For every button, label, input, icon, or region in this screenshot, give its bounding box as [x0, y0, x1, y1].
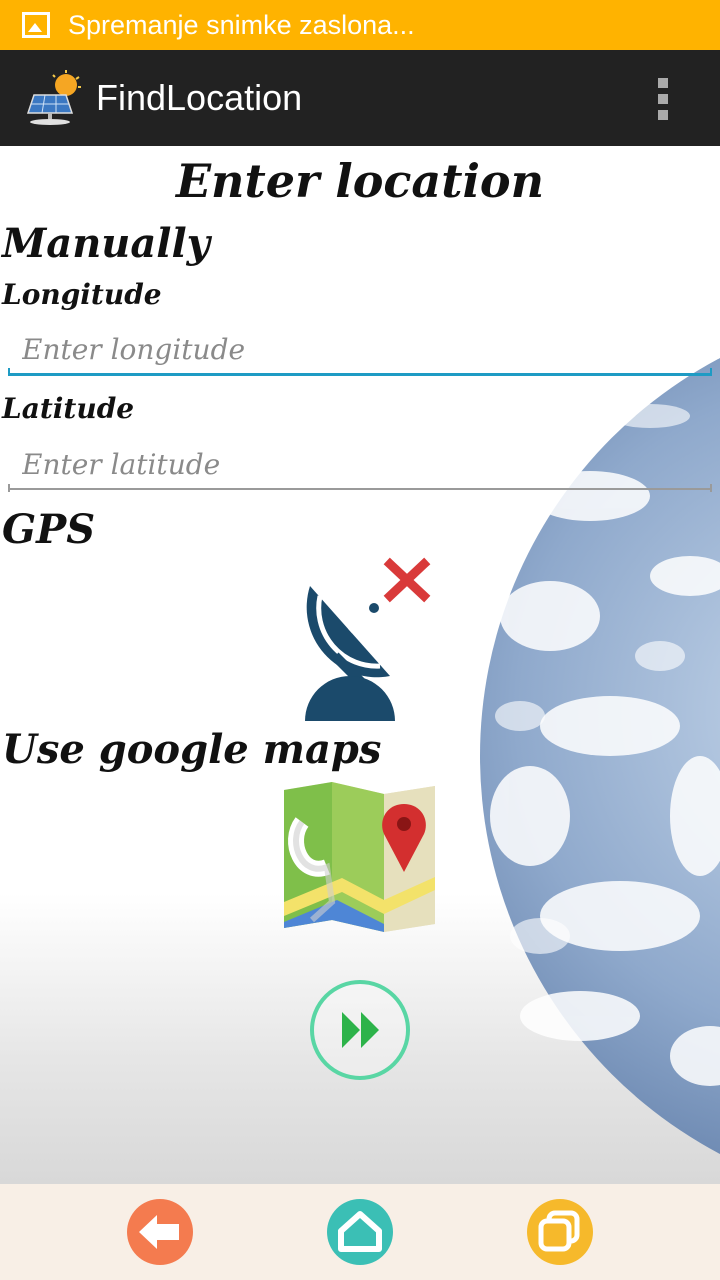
longitude-label: Longitude [2, 278, 162, 311]
home-icon[interactable] [327, 1199, 393, 1265]
fast-forward-icon[interactable] [308, 978, 412, 1082]
latitude-input[interactable] [8, 440, 712, 490]
status-bar: Spremanje snimke zaslona... [0, 0, 720, 50]
google-maps-icon[interactable] [282, 782, 437, 932]
image-icon [22, 12, 50, 38]
maps-heading: Use google maps [2, 726, 382, 773]
app-title: FindLocation [96, 77, 303, 118]
satellite-dish-disabled-icon[interactable] [290, 556, 435, 721]
longitude-input[interactable] [8, 326, 712, 376]
earth-image [480, 358, 720, 1154]
gps-heading: GPS [2, 506, 96, 553]
manual-heading: Manually [2, 220, 210, 267]
solar-panel-sun-icon [26, 70, 81, 125]
action-bar: FindLocation [0, 50, 720, 146]
status-text: Spremanje snimke zaslona... [68, 9, 415, 40]
recent-apps-icon[interactable] [527, 1199, 593, 1265]
page-title: Enter location [175, 154, 545, 208]
main-content: Enter location Manually Longitude Latitu… [0, 146, 720, 1184]
navigation-bar [0, 1184, 720, 1280]
back-arrow-icon[interactable] [127, 1199, 193, 1265]
latitude-label: Latitude [2, 392, 135, 425]
longitude-underline-cap-right [710, 368, 712, 376]
latitude-underline-cap-right [710, 484, 712, 492]
latitude-underline-cap-left [8, 484, 10, 492]
more-vert-icon[interactable] [658, 78, 670, 120]
longitude-underline-cap-left [8, 368, 10, 376]
